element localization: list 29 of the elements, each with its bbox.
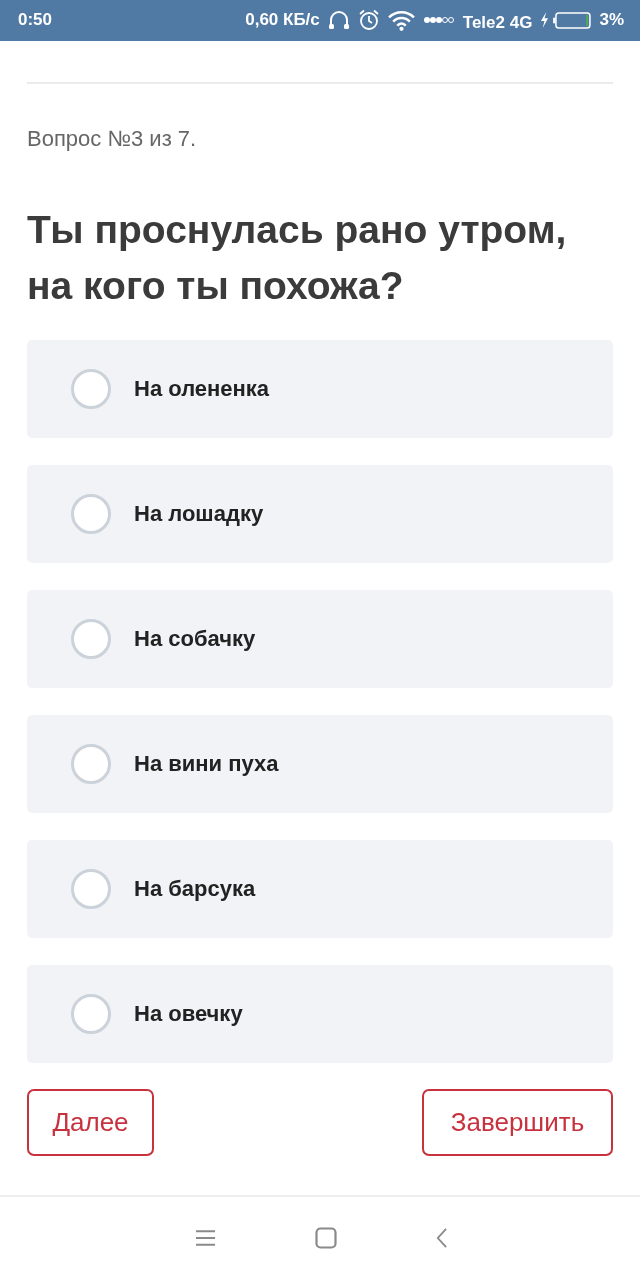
- headphones-icon: [327, 9, 350, 32]
- radio-button[interactable]: [71, 993, 111, 1034]
- menu-icon[interactable]: [195, 1229, 216, 1248]
- back-icon[interactable]: [436, 1227, 447, 1250]
- home-square-icon[interactable]: [315, 1227, 337, 1250]
- answer-option[interactable]: На вини пуха: [27, 714, 613, 813]
- answer-option[interactable]: На собачку: [27, 589, 613, 688]
- radio-button[interactable]: [71, 493, 111, 534]
- answer-option[interactable]: На олененка: [27, 339, 613, 438]
- charging-bolt-icon: [540, 12, 550, 29]
- clock-time: 0:50: [18, 10, 53, 31]
- signal-dots-icon: [422, 16, 455, 25]
- wifi-icon: [387, 9, 415, 31]
- next-button[interactable]: Далее: [27, 1088, 154, 1156]
- radio-button[interactable]: [71, 868, 111, 909]
- finish-button[interactable]: Завершить: [422, 1088, 613, 1156]
- battery-icon: [553, 11, 592, 29]
- radio-button[interactable]: [71, 743, 111, 784]
- answer-option[interactable]: На овечку: [27, 964, 613, 1063]
- answer-option[interactable]: На лошадку: [27, 464, 613, 563]
- radio-button[interactable]: [71, 618, 111, 659]
- question-title: Ты проснулась рано утром, на кого ты похожа?: [27, 206, 568, 309]
- network-speed: 0,60 КБ/с: [245, 10, 320, 31]
- radio-button[interactable]: [71, 368, 111, 409]
- alarm-clock-icon: [357, 9, 380, 32]
- answer-option[interactable]: На барсука: [27, 839, 613, 938]
- battery-percent: 3%: [599, 10, 624, 31]
- carrier-name: Tele2 4G: [462, 13, 533, 34]
- question-counter: Вопрос №3 из 7.: [27, 124, 197, 153]
